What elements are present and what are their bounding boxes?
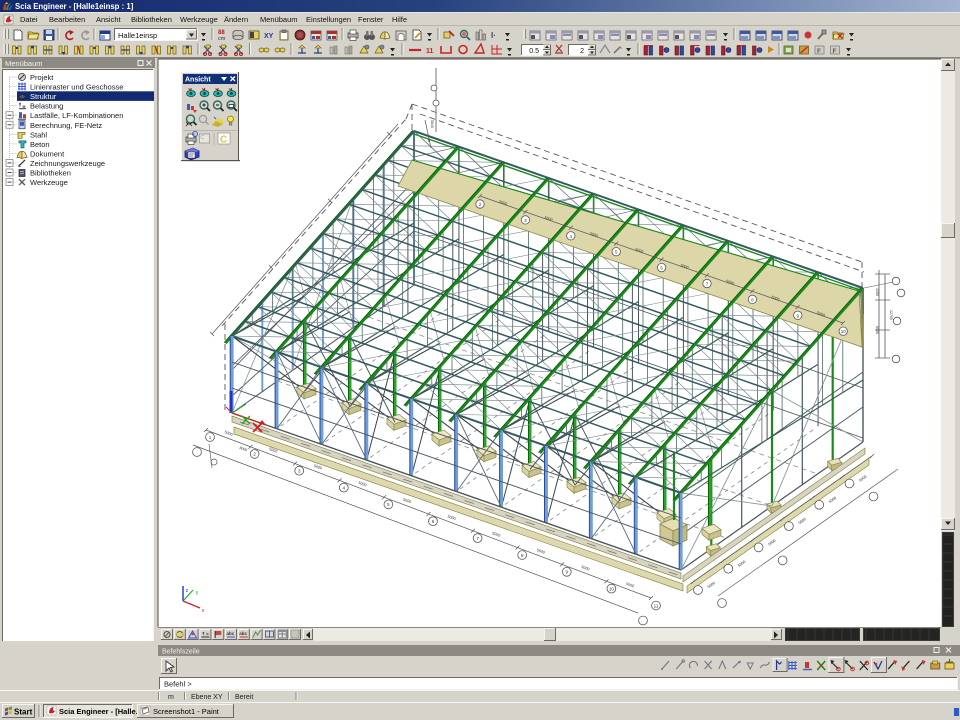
svg-text:abc: abc — [227, 631, 235, 636]
svg-text:Belastung: Belastung — [30, 102, 63, 111]
svg-text:Projekt: Projekt — [30, 73, 54, 82]
svg-text:Scia Engineer - [Halle1einsp :: Scia Engineer - [Halle1einsp : 1] — [15, 2, 134, 11]
svg-text:Stahl: Stahl — [30, 130, 47, 139]
svg-text:Bereit: Bereit — [235, 694, 253, 701]
svg-text:I·: I· — [491, 31, 496, 40]
svg-text:Datei: Datei — [20, 15, 38, 24]
svg-text:XY: XY — [264, 33, 274, 40]
svg-text:10: 10 — [609, 586, 615, 591]
svg-text:Ebene XY: Ebene XY — [191, 694, 223, 701]
svg-text:Scia Engineer - [Halle...: Scia Engineer - [Halle... — [59, 707, 142, 716]
svg-text:F: F — [833, 48, 837, 55]
svg-text:Hilfe: Hilfe — [392, 15, 407, 24]
svg-text:Befehl >: Befehl > — [164, 680, 192, 689]
svg-text:abc: abc — [239, 631, 247, 636]
svg-text:Zeichnungswerkzeuge: Zeichnungswerkzeuge — [30, 159, 105, 168]
svg-text:6000: 6000 — [875, 326, 879, 334]
svg-text:11: 11 — [426, 48, 434, 55]
svg-text:2: 2 — [580, 48, 584, 55]
svg-text:Start: Start — [14, 708, 33, 717]
svg-text:Screenshot1 - Paint: Screenshot1 - Paint — [153, 707, 220, 716]
svg-text:Menübaum: Menübaum — [5, 59, 43, 68]
svg-text:10: 10 — [841, 329, 847, 334]
svg-text:Menübaum: Menübaum — [260, 15, 298, 24]
svg-text:C: C — [201, 135, 205, 141]
svg-text:0.5: 0.5 — [529, 48, 539, 55]
svg-text:Bibliotheken: Bibliotheken — [131, 15, 172, 24]
svg-text:Bibliotheken: Bibliotheken — [30, 169, 71, 178]
svg-text:Ändern: Ändern — [224, 15, 248, 24]
svg-text:Einstellungen: Einstellungen — [306, 15, 351, 24]
svg-text:Werkzeuge: Werkzeuge — [180, 15, 218, 24]
svg-text:Berechnung, FE-Netz: Berechnung, FE-Netz — [30, 121, 102, 130]
svg-text:Ansicht: Ansicht — [96, 15, 122, 24]
svg-text:Werkzeuge: Werkzeuge — [30, 178, 68, 187]
svg-text:Bearbeiten: Bearbeiten — [49, 15, 85, 24]
svg-text:Beton: Beton — [30, 140, 50, 149]
svg-text:m: m — [168, 694, 174, 701]
svg-text:Halle1einsp: Halle1einsp — [118, 31, 157, 40]
svg-text:Befehlszeile: Befehlszeile — [162, 649, 200, 656]
svg-text:Linienraster und Geschosse: Linienraster und Geschosse — [30, 83, 123, 92]
svg-text:F: F — [817, 48, 821, 55]
svg-text:cm: cm — [218, 36, 226, 42]
svg-text:12700: 12700 — [889, 310, 893, 320]
svg-text:11: 11 — [654, 603, 659, 608]
svg-text:5840: 5840 — [430, 120, 434, 128]
svg-text:Fenster: Fenster — [358, 15, 384, 24]
svg-text:Ansicht: Ansicht — [185, 77, 211, 84]
svg-text:C: C — [220, 135, 227, 146]
svg-text:Struktur: Struktur — [30, 92, 57, 101]
svg-text:4150: 4150 — [875, 288, 879, 296]
svg-text:Lastfälle, LF-Kombinationen: Lastfälle, LF-Kombinationen — [30, 111, 123, 120]
svg-text:Dokument: Dokument — [30, 149, 65, 158]
